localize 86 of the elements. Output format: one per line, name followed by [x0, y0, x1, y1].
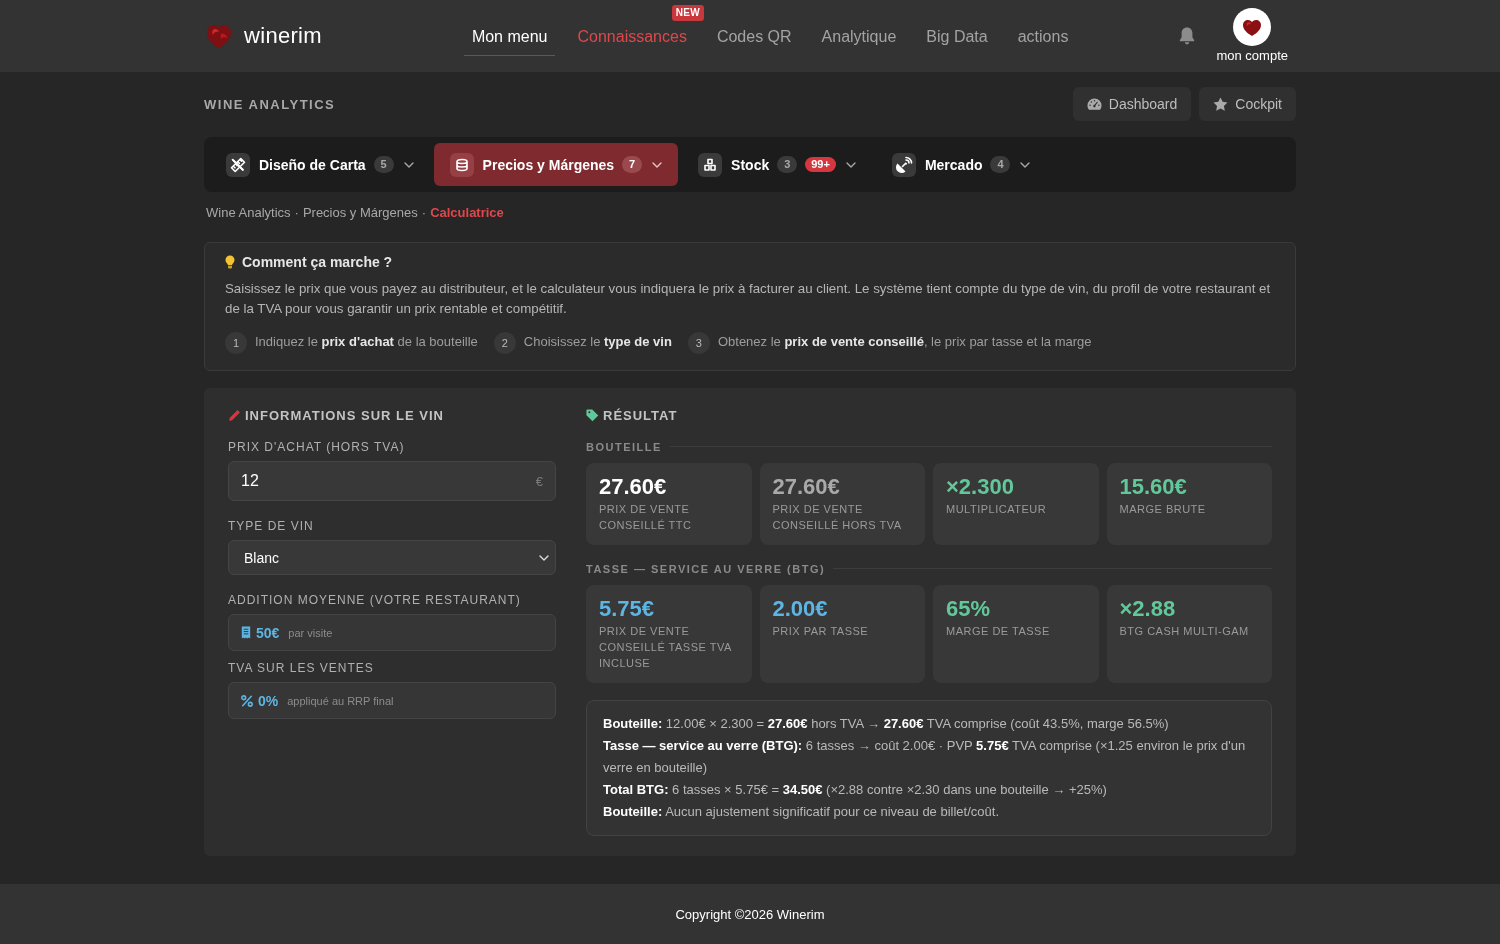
coin-stack-icon: [449, 152, 474, 177]
percent-icon: [241, 694, 253, 707]
step-text: Choisissez le type de vin: [523, 333, 672, 349]
card-value: 27.60€: [772, 473, 840, 501]
step-number: 3: [687, 332, 710, 354]
card-value: ×2.88: [1119, 595, 1176, 623]
chevron-down-icon: [1020, 161, 1031, 168]
card-label: MARGE BRUTE: [1119, 502, 1206, 517]
step-text: Indiquez le prix d'achat de la bouteille: [255, 333, 478, 349]
count-badge: 3: [777, 156, 798, 173]
notification-bell-icon[interactable]: [1178, 26, 1197, 46]
chevron-down-icon: [403, 161, 414, 168]
breadcrumb-link[interactable]: Precios y Márgenes: [302, 205, 418, 221]
breadcrumb-separator: ·: [421, 205, 427, 221]
result-heading: RÉSULTAT: [603, 407, 678, 423]
info-value: 0%: [258, 692, 279, 709]
step-text: Obtenez le prix de vente conseillé, le prix par tasse et la marge: [717, 333, 1092, 349]
summary-line: Bouteille: 12.00€ × 2.300 = 27.60€ hors TVA → 27.60€ TVA comprise (coût 43.5%, marge 56.5%): [603, 715, 1170, 733]
cockpit-button[interactable]: Cockpit: [1199, 87, 1296, 121]
card-label: PRIX DE VENTE CONSEILLÉ HORS TVA: [772, 502, 903, 533]
field-label: TYPE DE VIN: [228, 518, 314, 534]
card-label: PRIX PAR TASSE: [772, 624, 869, 639]
nav-link[interactable]: Big Data: [918, 16, 996, 56]
card-value: 65%: [946, 595, 991, 623]
summary-line: Bouteille: Aucun ajustement significatif pour ce niveau de billet/coût.: [603, 803, 1000, 821]
card-label: PRIX DE VENTE CONSEILLÉ TASSE TVA INCLUSE: [599, 624, 733, 671]
summary-line: Total BTG: 6 tasses × 5.75€ = 34.50€ (×2.88 contre ×2.30 dans une bouteille → +25%): [603, 781, 1108, 799]
chevron-down-icon: [652, 161, 663, 168]
card-value: 5.75€: [599, 595, 655, 623]
breadcrumb-separator: ·: [294, 205, 299, 221]
copyright-text: Copyright ©2026 Winerim: [675, 906, 825, 922]
summary-line: Tasse — service au verre (BTG): 6 tasses → coût 2.00€ · PVP 5.75€ TVA comprise (×1.25 environ le prix d'un verre en bouteille): [603, 737, 1247, 777]
count-badge: 5: [373, 156, 394, 173]
card-label: BTG CASH MULTI-GAM: [1119, 624, 1249, 639]
category-tab[interactable]: Precios y Márgenes 7: [433, 143, 679, 186]
receipt-icon: [241, 626, 251, 639]
page-title: WINE ANALYTICS: [204, 96, 336, 112]
account-avatar-icon: [1233, 8, 1272, 46]
count-badge: 7: [622, 156, 643, 173]
star-icon: [1213, 97, 1229, 111]
info-note: par visite: [288, 626, 333, 639]
pencil-ruler-icon: [226, 152, 250, 177]
new-badge: NEW: [671, 4, 704, 21]
price-input[interactable]: 12 €: [228, 461, 556, 501]
category-tab[interactable]: Diseño de Carta 5: [210, 143, 430, 186]
card-label: PRIX DE VENTE CONSEILLÉ TTC: [599, 502, 693, 533]
card-value: ×2.300: [946, 473, 1014, 501]
how-it-works-title: Comment ça marche ?: [242, 254, 393, 270]
wine-type-select[interactable]: Blanc: [228, 540, 556, 575]
how-it-works-text: Saisissez le prix que vous payez au distributeur, et le calculateur vous indiquera le prix à facturer au client. Le système tient compte du type de vin, du profil de votre restaurant et de la TVA pour vous garantir un prix rentable et compétitif.: [225, 280, 1272, 318]
pencil-icon: [228, 408, 241, 422]
section-title: TASSE — SERVICE AU VERRE (BTG): [586, 562, 826, 575]
card-value: 2.00€: [772, 595, 828, 623]
breadcrumb-link[interactable]: Wine Analytics: [206, 205, 291, 221]
boxes-icon: [698, 152, 723, 177]
field-label: ADDITION MOYENNE (VOTRE RESTAURANT): [228, 592, 521, 608]
card-value: 27.60€: [599, 473, 667, 501]
card-label: MULTIPLICATEUR: [946, 502, 1047, 517]
nav-link[interactable]: Analytique: [813, 16, 905, 56]
info-note: appliqué au RRP final: [287, 694, 394, 707]
chevron-down-icon: [539, 554, 549, 561]
field-label: PRIX D'ACHAT (HORS TVA): [228, 439, 405, 455]
dashboard-button[interactable]: Dashboard: [1072, 87, 1192, 121]
satellite-dish-icon: [891, 152, 916, 177]
logo-text[interactable]: winerim: [244, 23, 322, 49]
step-number: 2: [493, 332, 516, 354]
nav-link[interactable]: Codes QR: [708, 16, 800, 56]
category-tab[interactable]: Mercado 4: [875, 143, 1047, 186]
card-label: MARGE DE TASSE: [946, 624, 1050, 639]
chevron-down-icon: [845, 161, 856, 168]
tag-icon: [586, 408, 599, 422]
form-heading: INFORMATIONS SUR LE VIN: [245, 407, 444, 423]
alert-badge: 99+: [805, 157, 836, 172]
card-value: 15.60€: [1119, 473, 1187, 501]
account-link[interactable]: mon compte: [1216, 8, 1288, 64]
lightbulb-icon: [225, 255, 235, 269]
step-number: 1: [225, 332, 247, 354]
nav-link[interactable]: Mon menu: [463, 16, 556, 56]
category-tab[interactable]: Stock 3 99+: [682, 143, 872, 186]
section-title: BOUTEILLE: [586, 440, 662, 453]
breadcrumb-current: Calculatrice: [430, 205, 504, 221]
info-value: 50€: [256, 624, 280, 641]
field-label: TVA SUR LES VENTES: [228, 660, 374, 676]
count-badge: 4: [990, 156, 1011, 173]
gauge-icon: [1086, 97, 1102, 111]
nav-link[interactable]: actions: [1009, 16, 1077, 56]
